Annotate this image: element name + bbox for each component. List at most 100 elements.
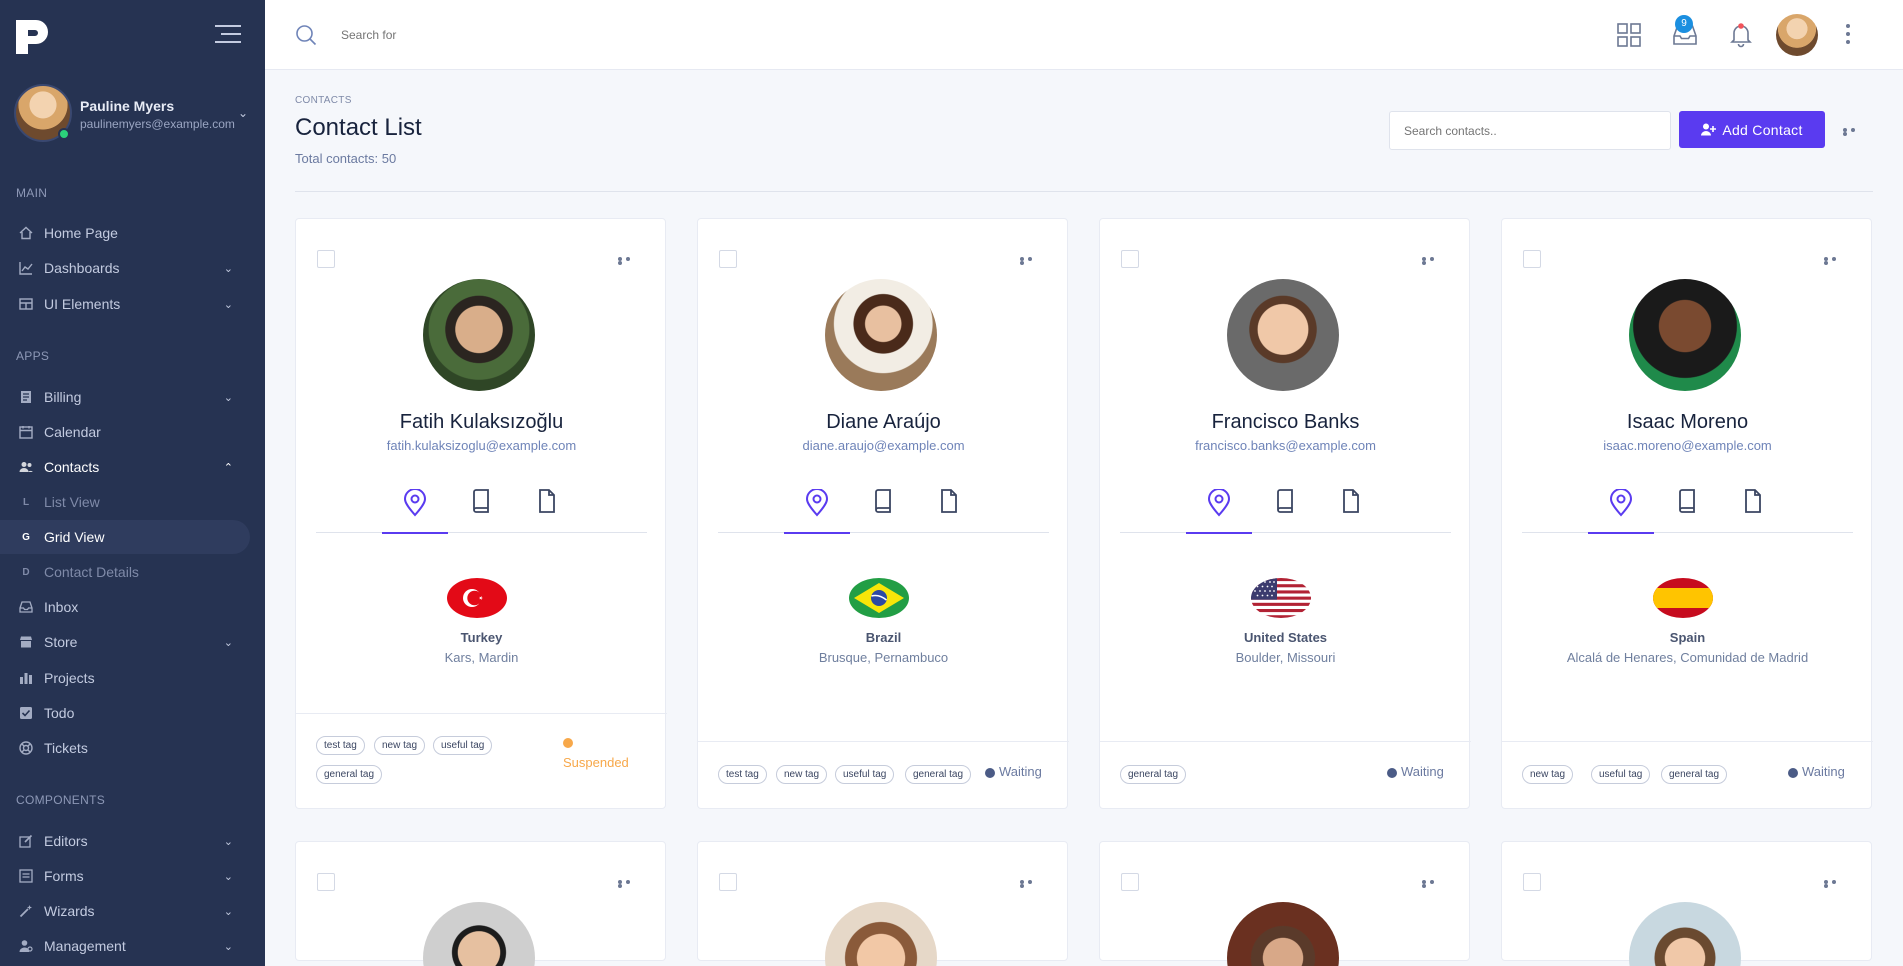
sidebar-item-list-view[interactable]: L List View xyxy=(0,485,265,519)
sidebar-item-label: UI Elements xyxy=(44,296,121,312)
tag[interactable]: new tag xyxy=(1522,765,1574,784)
apps-grid-icon[interactable] xyxy=(1616,22,1642,48)
tab-notes[interactable] xyxy=(1654,489,1720,533)
card-footer: general tag Waiting xyxy=(1100,741,1471,809)
sidebar-item-contact-details[interactable]: D Contact Details xyxy=(0,555,265,589)
sidebar-item-label: Todo xyxy=(44,705,75,721)
sidebar-item-store[interactable]: Store ⌄ xyxy=(0,625,265,659)
tag[interactable]: useful tag xyxy=(433,736,493,755)
more-horizontal-icon[interactable] xyxy=(1020,880,1042,888)
sidebar-item-forms[interactable]: Forms ⌄ xyxy=(0,859,265,893)
tag[interactable]: general tag xyxy=(316,765,383,784)
contact-name[interactable]: Diane Araújo xyxy=(698,411,1069,434)
select-checkbox[interactable] xyxy=(1121,250,1139,268)
tag[interactable]: new tag xyxy=(776,765,828,784)
search-icon[interactable] xyxy=(295,24,317,46)
tab-notes[interactable] xyxy=(448,489,514,533)
tab-location[interactable] xyxy=(382,489,448,534)
sidebar-item-calendar[interactable]: Calendar xyxy=(0,415,265,449)
select-checkbox[interactable] xyxy=(1121,873,1139,891)
tag[interactable]: new tag xyxy=(374,736,426,755)
sidebar-item-contacts[interactable]: Contacts ⌃ xyxy=(0,450,265,484)
add-contact-button[interactable]: Add Contact xyxy=(1679,111,1825,148)
breadcrumb[interactable]: CONTACTS xyxy=(295,95,352,106)
tab-location[interactable] xyxy=(1588,489,1654,534)
search-contacts-input[interactable] xyxy=(1389,111,1671,150)
sidebar-item-ui-elements[interactable]: UI Elements ⌄ xyxy=(0,287,265,321)
select-checkbox[interactable] xyxy=(1523,873,1541,891)
menu-toggle-icon[interactable] xyxy=(215,25,241,45)
brazil-flag-icon xyxy=(849,578,909,618)
more-vertical-icon[interactable] xyxy=(1845,24,1851,46)
sidebar-item-label: Editors xyxy=(44,833,88,849)
global-search-input[interactable] xyxy=(341,24,641,46)
sidebar-item-grid-view[interactable]: G Grid View xyxy=(0,520,250,554)
contact-avatar[interactable] xyxy=(423,902,535,966)
avatar[interactable] xyxy=(1776,14,1818,56)
sidebar-item-projects[interactable]: Projects xyxy=(0,661,265,695)
select-checkbox[interactable] xyxy=(1523,250,1541,268)
sidebar-item-management[interactable]: Management ⌄ xyxy=(0,929,265,963)
tab-files[interactable] xyxy=(916,489,982,533)
tag[interactable]: general tag xyxy=(1120,765,1187,784)
tab-location[interactable] xyxy=(1186,489,1252,534)
contact-avatar[interactable] xyxy=(825,902,937,966)
more-horizontal-icon[interactable] xyxy=(1422,257,1444,265)
tab-files[interactable] xyxy=(514,489,580,533)
tag[interactable]: useful tag xyxy=(835,765,895,784)
contact-avatar[interactable] xyxy=(1227,902,1339,966)
sidebar-item-inbox[interactable]: Inbox xyxy=(0,590,265,624)
sidebar-item-label: Calendar xyxy=(44,424,101,440)
header-divider xyxy=(295,191,1873,192)
tag[interactable]: test tag xyxy=(316,736,365,755)
tab-location[interactable] xyxy=(784,489,850,534)
contact-email[interactable]: fatih.kulaksizoglu@example.com xyxy=(296,438,667,453)
contact-email[interactable]: francisco.banks@example.com xyxy=(1100,438,1471,453)
sidebar-item-wizards[interactable]: Wizards ⌄ xyxy=(0,894,265,928)
sidebar-item-todo[interactable]: Todo xyxy=(0,696,265,730)
checkbox-icon xyxy=(20,707,32,719)
tab-files[interactable] xyxy=(1720,489,1786,533)
contact-avatar[interactable] xyxy=(825,279,937,391)
contact-avatar[interactable] xyxy=(1629,902,1741,966)
user-plus-icon xyxy=(1701,123,1717,136)
sidebar-item-home[interactable]: Home Page xyxy=(0,216,265,250)
tab-notes[interactable] xyxy=(1252,489,1318,533)
bell-icon[interactable] xyxy=(1728,22,1754,48)
sidebar-user[interactable]: Pauline Myers paulinemyers@example.com ⌄ xyxy=(14,84,254,144)
app-logo[interactable] xyxy=(14,16,54,56)
select-checkbox[interactable] xyxy=(317,873,335,891)
contact-name[interactable]: Fatih Kulaksızoğlu xyxy=(296,411,667,434)
tag[interactable]: general tag xyxy=(905,765,972,784)
more-horizontal-icon[interactable] xyxy=(618,880,640,888)
status-dot-icon xyxy=(1387,768,1397,778)
more-horizontal-icon[interactable] xyxy=(618,257,640,265)
more-horizontal-icon[interactable] xyxy=(1824,880,1846,888)
sidebar-item-editors[interactable]: Editors ⌄ xyxy=(0,824,265,858)
chevron-down-icon: ⌄ xyxy=(223,262,233,275)
sidebar-item-dashboards[interactable]: Dashboards ⌄ xyxy=(0,251,265,285)
more-horizontal-icon[interactable] xyxy=(1843,128,1865,136)
contact-name[interactable]: Isaac Moreno xyxy=(1502,411,1873,434)
contact-email[interactable]: diane.araujo@example.com xyxy=(698,438,1069,453)
chevron-down-icon: ⌄ xyxy=(223,835,233,848)
chevron-down-icon[interactable]: ⌄ xyxy=(238,106,248,120)
select-checkbox[interactable] xyxy=(719,250,737,268)
sidebar-item-tickets[interactable]: Tickets xyxy=(0,731,265,765)
tag[interactable]: useful tag xyxy=(1591,765,1651,784)
contact-avatar[interactable] xyxy=(1227,279,1339,391)
contact-name[interactable]: Francisco Banks xyxy=(1100,411,1471,434)
tab-files[interactable] xyxy=(1318,489,1384,533)
contact-avatar[interactable] xyxy=(423,279,535,391)
more-horizontal-icon[interactable] xyxy=(1824,257,1846,265)
tab-notes[interactable] xyxy=(850,489,916,533)
tag[interactable]: test tag xyxy=(718,765,767,784)
select-checkbox[interactable] xyxy=(719,873,737,891)
select-checkbox[interactable] xyxy=(317,250,335,268)
sidebar-item-billing[interactable]: Billing ⌄ xyxy=(0,380,265,414)
more-horizontal-icon[interactable] xyxy=(1020,257,1042,265)
tag[interactable]: general tag xyxy=(1661,765,1728,784)
contact-email[interactable]: isaac.moreno@example.com xyxy=(1502,438,1873,453)
more-horizontal-icon[interactable] xyxy=(1422,880,1444,888)
contact-avatar[interactable] xyxy=(1629,279,1741,391)
